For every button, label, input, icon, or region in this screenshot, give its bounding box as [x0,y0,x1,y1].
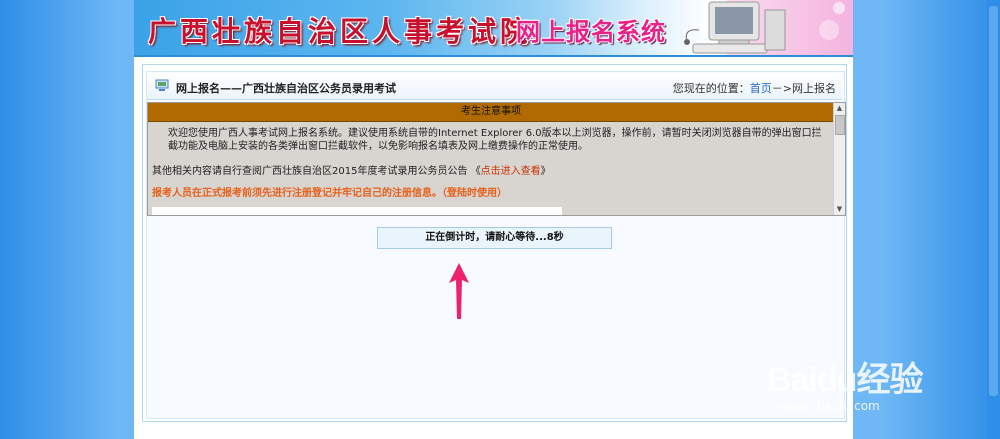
breadcrumb-home-link[interactable]: 首页 [750,82,772,95]
notice-overflow-block [152,207,562,215]
notice-paragraph-browser: 欢迎您使用广西人事考试网上报名系统。建议使用系统自带的Internet Expl… [168,128,822,152]
announcement-suffix: 》 [540,166,551,177]
page-scroll-thumb[interactable] [989,6,998,396]
watermark-brand: Baidu经验 [767,361,923,399]
announcement-link[interactable]: 点击进入查看 [481,166,541,177]
notice-scrollbar[interactable]: ▲ ▼ [833,103,845,215]
breadcrumb-prefix: 您现在的位置： [672,82,750,95]
notice-box: 考生注意事项 欢迎您使用广西人事考试网上报名系统。建议使用系统自带的Intern… [147,102,846,216]
watermark-url: jingyan.baidu.com [769,399,880,413]
desktop-computer-icon [684,0,853,55]
main-panel: 网上报名——广西壮族自治区公务员录用考试 您现在的位置：首页－>网上报名 考生注… [142,64,847,422]
notice-paragraph-announcement: 其他相关内容请自行查阅广西壮族自治区2015年度考试录用公务员公告 《点击进入查… [148,153,834,177]
computer-icon [155,79,169,91]
page-title: 网上报名——广西壮族自治区公务员录用考试 [176,82,396,95]
notice-registration-warning: 报考人员在正式报考前须先进行注册登记并牢记自己的注册信息。（登陆时使用） [152,188,507,199]
site-banner: 广西壮族自治区人事考试院 网上报名系统 [134,0,853,57]
baidu-watermark: Baidu经验 jingyan.baidu.com [767,352,923,413]
page-scrollbar[interactable] [987,0,1000,439]
scroll-down-icon[interactable]: ▼ [834,204,845,215]
page-container: 广西壮族自治区人事考试院 网上报名系统 网上报名——广西壮族自治区公务员录用考试 [134,0,853,439]
notice-header: 考生注意事项 [148,103,834,122]
arrow-up-icon [449,263,469,319]
notice-content: 考生注意事项 欢迎您使用广西人事考试网上报名系统。建议使用系统自带的Intern… [148,103,834,215]
breadcrumb-current: 网上报名 [792,82,836,95]
breadcrumb-separator: －> [771,82,792,95]
org-title: 广西壮族自治区人事考试院 [148,15,533,48]
announcement-text: 其他相关内容请自行查阅广西壮族自治区2015年度考试录用公务员公告 《 [152,166,481,177]
title-bar: 网上报名——广西壮族自治区公务员录用考试 您现在的位置：首页－>网上报名 [147,73,842,100]
breadcrumb: 您现在的位置：首页－>网上报名 [673,80,836,96]
system-title: 网上报名系统 [516,18,666,46]
scroll-thumb[interactable] [835,115,845,135]
countdown-box: 正在倒计时，请耐心等待...8秒 [377,227,612,249]
scroll-up-icon[interactable]: ▲ [834,103,845,114]
